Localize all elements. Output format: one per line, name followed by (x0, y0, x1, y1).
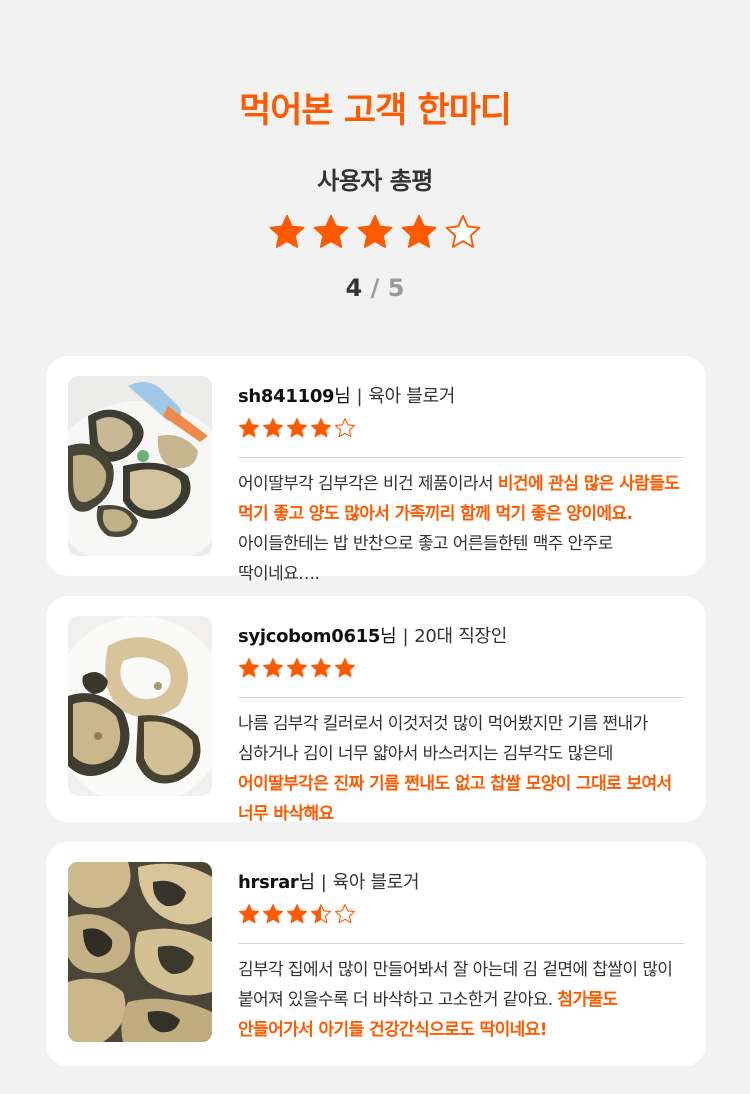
star-empty-icon (334, 418, 356, 438)
score-max: 5 (387, 274, 405, 302)
user-id: hrsrar (238, 872, 299, 893)
divider (238, 457, 684, 458)
star-filled-icon (238, 658, 260, 678)
user-separator: | (402, 626, 409, 647)
review-photo (68, 376, 212, 556)
star-filled-icon (269, 214, 305, 248)
divider (238, 697, 684, 698)
review-photo (68, 862, 212, 1042)
review-text: 김부각 집에서 많이 만들어봐서 잘 아는데 김 겉면에 찹쌀이 많이 붙어져 … (238, 955, 684, 1045)
review-photo (68, 616, 212, 796)
user-id: syjcobom0615 (238, 626, 381, 647)
star-filled-icon (313, 214, 349, 248)
star-filled-icon (334, 658, 356, 678)
user-role: 육아 블로거 (332, 872, 420, 893)
review-stars (238, 657, 684, 679)
user-separator: | (320, 872, 327, 893)
user-suffix: 님 (380, 626, 397, 647)
user-separator: | (356, 386, 363, 407)
review-card: syjcobom0615님 | 20대 직장인 나름 김부각 킬러로서 이것저것 많… (46, 596, 706, 824)
star-empty-icon (334, 904, 356, 924)
review-text: 나름 김부각 킬러로서 이것저것 많이 먹어봤지만 기름 쩐내가 심하거나 김이… (238, 709, 684, 829)
star-filled-icon (286, 904, 308, 924)
review-card: hrsrar님 | 육아 블로거 김부각 집에서 많이 만들어봐서 잘 아는데 김 … (46, 842, 706, 1066)
star-filled-icon (286, 418, 308, 438)
star-filled-icon (238, 418, 260, 438)
star-filled-icon (286, 658, 308, 678)
user-suffix: 님 (298, 872, 316, 893)
review-user: hrsrar님 | 육아 블로거 (238, 868, 684, 894)
star-empty-icon (445, 214, 481, 248)
review-text-plain-end: 아이들한테는 밥 반찬으로 좋고 어른들한텐 맥주 안주로 딱이네요…. (238, 534, 613, 584)
page-title: 먹어본 고객 한마디 (239, 91, 512, 131)
rating-summary-label: 사용자 총평 (317, 167, 433, 195)
star-filled-icon (310, 418, 332, 438)
star-filled-icon (310, 658, 332, 678)
star-filled-icon (238, 904, 260, 924)
star-filled-icon (262, 418, 284, 438)
summary-stars (0, 213, 750, 251)
user-role: 육아 블로거 (368, 386, 456, 407)
star-filled-icon (262, 904, 284, 924)
user-role: 20대 직장인 (414, 626, 507, 647)
star-half-icon (310, 904, 332, 924)
review-text-plain: 어이딸부각 김부각은 비건 제품이라서 (238, 474, 498, 494)
star-filled-icon (262, 658, 284, 678)
review-text-plain: 나름 김부각 킬러로서 이것저것 많이 먹어봤지만 기름 쩐내가 심하거나 김이… (238, 714, 648, 764)
summary-score: 4 / 5 (0, 274, 750, 302)
user-suffix: 님 (334, 386, 351, 407)
score-value: 4 (345, 274, 363, 302)
review-text: 어이딸부각 김부각은 비건 제품이라서 비건에 관심 많은 사람들도 먹기 좋고… (238, 469, 684, 589)
review-stars (238, 417, 684, 439)
review-highlight: 어이딸부각은 진짜 기름 쩐내도 없고 찹쌀 모양이 그대로 보여서 너무 바삭… (238, 774, 672, 824)
review-user: syjcobom0615님 | 20대 직장인 (238, 622, 684, 648)
user-id: sh841109 (238, 386, 335, 407)
star-filled-icon (401, 214, 437, 248)
star-filled-icon (357, 214, 393, 248)
review-user: sh841109님 | 육아 블로거 (238, 382, 684, 408)
score-separator: / (370, 274, 380, 302)
review-card: sh841109님 | 육아 블로거 어이딸부각 김부각은 비건 제품이라서 비건에… (46, 356, 706, 584)
divider (238, 943, 684, 944)
review-stars (238, 903, 684, 925)
